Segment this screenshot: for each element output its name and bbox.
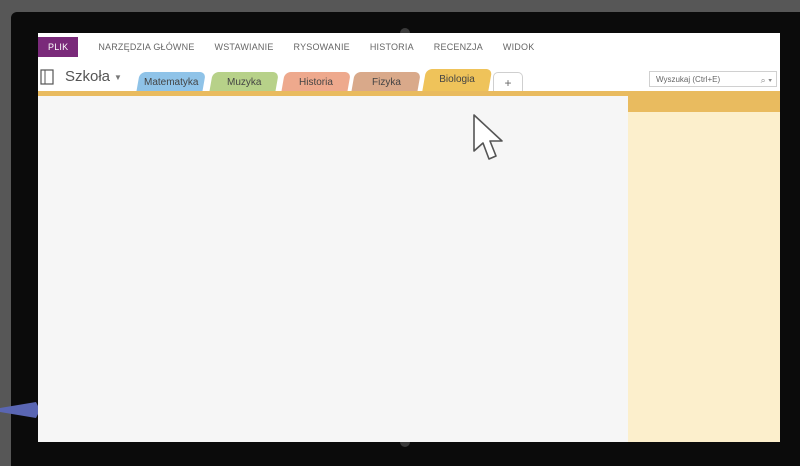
page-list-header [628, 96, 780, 112]
section-tab-historia[interactable]: Historia [281, 72, 351, 93]
tab-insert[interactable]: WSTAWIANIE [215, 42, 274, 52]
file-tab[interactable]: PLIK [38, 37, 79, 57]
chevron-down-icon[interactable]: ▼ [114, 73, 122, 82]
tab-history[interactable]: HISTORIA [370, 42, 414, 52]
section-tab-label: Matematyka [143, 77, 199, 88]
page-canvas[interactable] [38, 96, 628, 442]
section-tab-label: Fizyka [371, 77, 401, 88]
add-section-button[interactable]: + [493, 72, 523, 93]
tab-review[interactable]: RECENZJA [434, 42, 483, 52]
tab-view[interactable]: WIDOK [503, 42, 535, 52]
search-icon[interactable]: ⌕ ▾ [761, 72, 772, 88]
section-tab-label: Muzyka [226, 77, 262, 88]
onenote-window: PLIK NARZĘDZIA GŁÓWNE WSTAWIANIE RYSOWAN… [38, 33, 780, 442]
blue-arrow-icon [0, 402, 40, 418]
section-tab-fizyka[interactable]: Fizyka [351, 72, 421, 93]
notebook-bar: Szkoła ▼ Matematyka Muzyka Historia Fizy… [38, 63, 780, 94]
mouse-cursor-icon [473, 114, 503, 160]
section-tab-label: Historia [299, 77, 333, 88]
search-input[interactable]: Wyszukaj (Ctrl+E) ⌕ ▾ [649, 71, 777, 87]
section-tab-matematyka[interactable]: Matematyka [136, 72, 206, 93]
notebook-icon[interactable] [40, 69, 55, 85]
tab-draw[interactable]: RYSOWANIE [294, 42, 350, 52]
section-tab-label: Biologia [439, 74, 476, 85]
search-placeholder: Wyszukaj (Ctrl+E) [656, 75, 721, 84]
notebook-name[interactable]: Szkoła [65, 68, 110, 85]
tab-home[interactable]: NARZĘDZIA GŁÓWNE [98, 42, 194, 52]
ribbon-tabs: PLIK NARZĘDZIA GŁÓWNE WSTAWIANIE RYSOWAN… [38, 33, 780, 61]
page-list-pane [628, 96, 780, 442]
section-tab-muzyka[interactable]: Muzyka [209, 72, 279, 93]
